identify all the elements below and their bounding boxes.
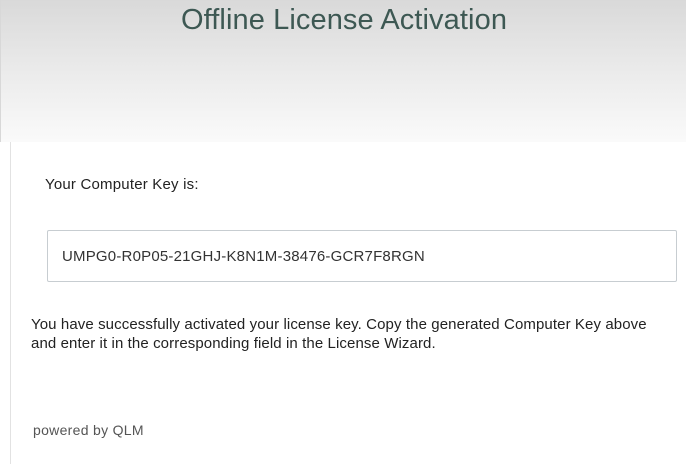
- activation-success-message: You have successfully activated your lic…: [31, 316, 647, 352]
- page-title: Offline License Activation: [180, 4, 508, 36]
- page-header: Offline License Activation: [0, 0, 686, 142]
- powered-by-text: powered by QLM: [33, 422, 144, 438]
- activation-page: Offline License Activation Your Computer…: [0, 0, 686, 464]
- computer-key-label: Your Computer Key is:: [45, 176, 199, 193]
- computer-key-field[interactable]: [47, 230, 677, 282]
